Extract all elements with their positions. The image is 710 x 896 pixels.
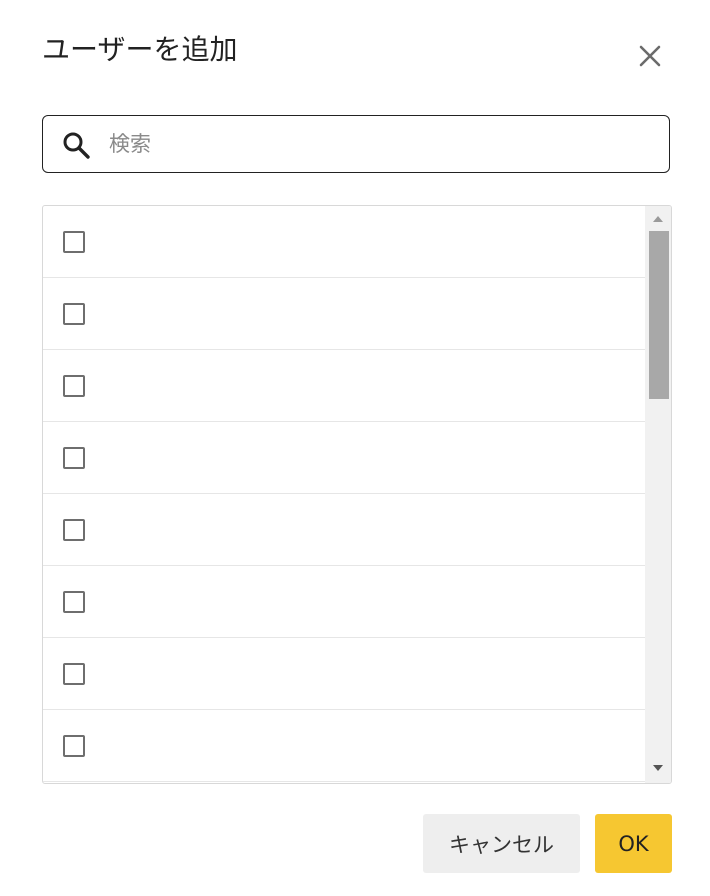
scroll-up-button[interactable] — [645, 208, 671, 230]
scrollbar-thumb[interactable] — [649, 231, 669, 399]
list-item[interactable] — [43, 494, 645, 566]
user-list-rows — [43, 206, 645, 782]
list-item[interactable] — [43, 278, 645, 350]
ok-button[interactable]: OK — [595, 814, 672, 873]
checkbox[interactable] — [63, 591, 85, 613]
list-item[interactable] — [43, 710, 645, 782]
checkbox[interactable] — [63, 735, 85, 757]
dialog-title: ユーザーを追加 — [42, 33, 238, 66]
scroll-down-button[interactable] — [645, 757, 671, 779]
checkbox[interactable] — [63, 231, 85, 253]
search-icon — [63, 132, 90, 159]
checkbox[interactable] — [63, 375, 85, 397]
search-box[interactable] — [42, 115, 670, 173]
close-icon — [639, 45, 661, 67]
checkbox[interactable] — [63, 447, 85, 469]
checkbox[interactable] — [63, 519, 85, 541]
list-item[interactable] — [43, 206, 645, 278]
list-item[interactable] — [43, 422, 645, 494]
triangle-up-icon — [653, 216, 663, 222]
triangle-down-icon — [653, 765, 663, 771]
checkbox[interactable] — [63, 663, 85, 685]
user-list[interactable] — [42, 205, 672, 784]
search-input[interactable] — [109, 124, 649, 164]
list-item[interactable] — [43, 566, 645, 638]
list-scrollbar[interactable] — [645, 206, 671, 783]
close-button[interactable] — [630, 36, 670, 76]
checkbox[interactable] — [63, 303, 85, 325]
cancel-button[interactable]: キャンセル — [423, 814, 580, 873]
list-item[interactable] — [43, 638, 645, 710]
list-item[interactable] — [43, 350, 645, 422]
